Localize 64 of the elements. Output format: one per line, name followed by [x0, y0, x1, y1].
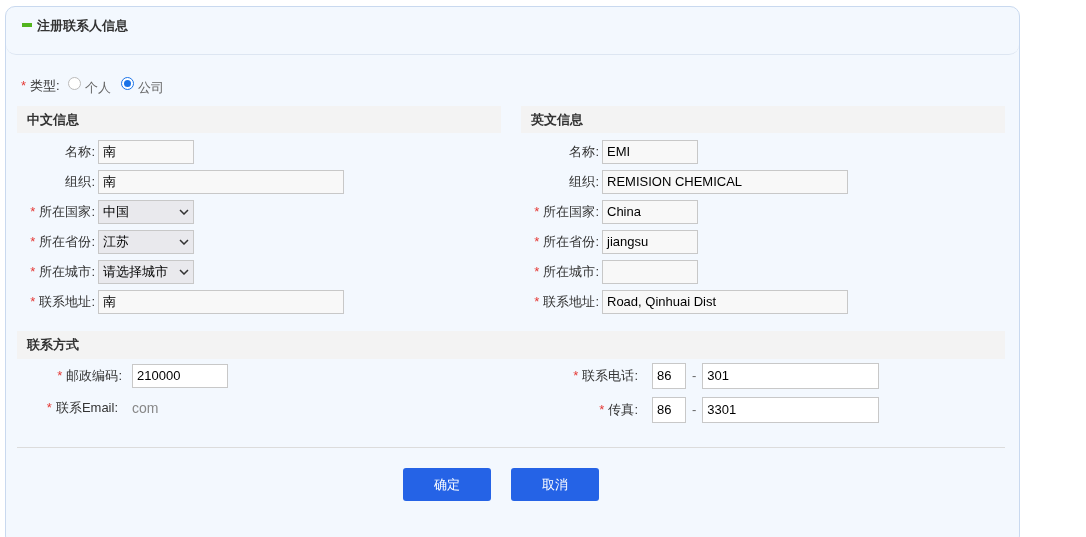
radio-label[interactable]: 个人 — [84, 78, 111, 98]
postcode-field[interactable]: 210000 — [132, 364, 228, 388]
country-code-field[interactable]: 86 — [652, 363, 686, 389]
field-label: 联系Email: — [55, 399, 118, 418]
required-mark: * — [573, 367, 579, 386]
field-label: 所在国家: — [39, 203, 95, 222]
select-field[interactable]: 请选择城市 — [98, 260, 194, 284]
field-label: 类型: — [30, 77, 60, 96]
minus-icon[interactable] — [22, 23, 32, 27]
field-label: 组织: — [569, 173, 599, 192]
required-mark: * — [21, 77, 27, 96]
field-label: 名称: — [65, 143, 95, 162]
field-label: 邮政编码: — [66, 367, 122, 386]
required-mark: * — [46, 399, 52, 418]
section-header: 联系方式 — [17, 331, 1005, 359]
required-mark: * — [534, 293, 540, 312]
country-code-field[interactable]: 86 — [652, 397, 686, 423]
input-field[interactable]: 南 — [98, 140, 194, 164]
field-label: 联系电话: — [582, 367, 638, 386]
input-field[interactable]: REMISION CHEMICAL — [602, 170, 848, 194]
field-label: 所在省份: — [543, 233, 599, 252]
input-field[interactable] — [602, 260, 698, 284]
required-mark: * — [30, 263, 36, 282]
radio-button[interactable] — [120, 76, 134, 90]
input-field[interactable]: China — [602, 200, 698, 224]
input-field[interactable]: Road, Qinhuai Dist — [602, 290, 848, 314]
input-field[interactable]: jiangsu — [602, 230, 698, 254]
section-header: 英文信息 — [521, 106, 1005, 133]
radio-button[interactable] — [67, 76, 81, 90]
email-text: com — [132, 398, 159, 418]
required-mark: * — [30, 293, 36, 312]
phone-number-field[interactable]: 3301 — [702, 397, 880, 423]
required-mark: * — [30, 203, 36, 222]
field-label: 联系地址: — [39, 293, 95, 312]
required-mark: * — [57, 367, 63, 386]
chevron-down-icon — [179, 209, 189, 215]
field-label: 所在国家: — [543, 203, 599, 222]
chevron-down-icon — [179, 269, 189, 275]
action-button[interactable]: 取消 — [511, 468, 599, 501]
input-field[interactable]: EMI — [602, 140, 698, 164]
chevron-down-icon — [179, 239, 189, 245]
field-label: 所在省份: — [39, 233, 95, 252]
radio-label[interactable]: 公司 — [137, 78, 164, 98]
field-label: 传真: — [608, 401, 638, 420]
required-mark: * — [534, 233, 540, 252]
field-label: 所在城市: — [543, 263, 599, 282]
field-label: 组织: — [65, 173, 95, 192]
field-label: 所在城市: — [39, 263, 95, 282]
required-mark: * — [30, 233, 36, 252]
action-button[interactable]: 确定 — [403, 468, 491, 501]
separator: - — [692, 401, 697, 420]
select-field[interactable]: 江苏 — [98, 230, 194, 254]
panel-title: 注册联系人信息 — [37, 17, 128, 35]
required-mark: * — [534, 263, 540, 282]
required-mark: * — [599, 401, 605, 420]
field-label: 名称: — [569, 143, 599, 162]
input-field[interactable]: 南 — [98, 170, 344, 194]
select-field[interactable]: 中国 — [98, 200, 194, 224]
section-header: 中文信息 — [17, 106, 501, 133]
phone-number-field[interactable]: 301 — [702, 363, 880, 389]
field-label: 联系地址: — [543, 293, 599, 312]
separator: - — [692, 367, 697, 386]
required-mark: * — [534, 203, 540, 222]
input-field[interactable]: 南 — [98, 290, 344, 314]
